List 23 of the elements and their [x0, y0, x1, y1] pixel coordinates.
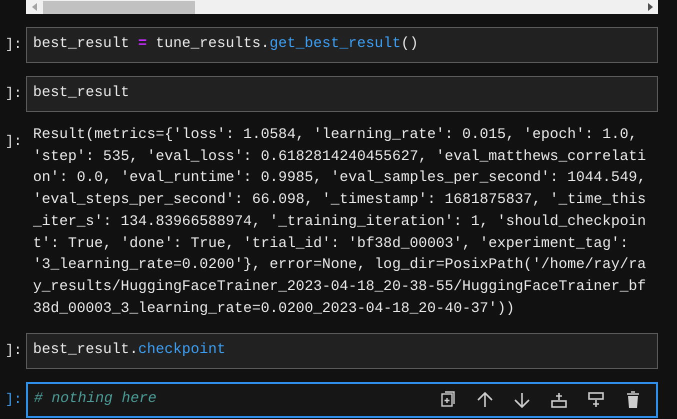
arrow-down-icon[interactable] — [513, 391, 531, 410]
cell-prompt: ]: — [4, 85, 23, 104]
code-line: # nothing here — [34, 390, 157, 410]
cell-prompt: ]: — [4, 391, 23, 410]
output-text: Result(metrics={'loss': 1.0584, 'learning_rate': 0.015, 'epoch': 1.0, 'step': 535, 'eval_loss': 0.6182814240455627, 'eval_matthews_correlation': 0.0, 'eval_runtime': 0.9985, 'eval_samples_per_second': 1044.549, 'eval_steps_per_second': 66.098, '_timestamp': 1681875837, '_time_this_iter_s': 134.83966588974, '_training_iteration': 1, 'should_checkpoint': True, 'done': True, 'trial_id': 'bf38d_00003', 'experiment_tag': '3_learning_rate=0.0200'}, error=None, log_dir=PosixPath('/home/ray/ray_results/HuggingFaceTrainer_2023-04-18_20-38-55/HuggingFaceTrainer_bf38d_00003_3_learning_rate=0.0200_2023-04-18_20-40-37')) — [33, 126, 647, 319]
scrollbar-thumb[interactable] — [43, 0, 195, 14]
scroll-right-icon[interactable] — [647, 3, 653, 11]
horizontal-scrollbar[interactable] — [26, 0, 658, 14]
cell-prompt: ]: — [4, 36, 23, 55]
code-line: best_result.checkpoint — [33, 341, 226, 360]
cell-prompt: ]: — [4, 342, 23, 362]
insert-above-icon[interactable] — [550, 391, 568, 410]
arrow-up-icon[interactable] — [476, 391, 494, 410]
code-line: best_result — [33, 84, 130, 104]
code-cell[interactable]: best_result.checkpoint — [26, 333, 658, 370]
code-line: best_result = tune_results.get_best_result() — [33, 35, 418, 54]
code-cell[interactable]: best_result = tune_results.get_best_result() — [26, 27, 658, 63]
code-cell[interactable]: best_result — [26, 76, 658, 112]
copy-icon[interactable] — [439, 391, 457, 410]
cell-prompt: ]: — [4, 133, 23, 152]
trash-icon[interactable] — [624, 391, 642, 410]
code-cell[interactable]: # nothing here — [26, 382, 658, 418]
insert-below-icon[interactable] — [587, 391, 605, 410]
